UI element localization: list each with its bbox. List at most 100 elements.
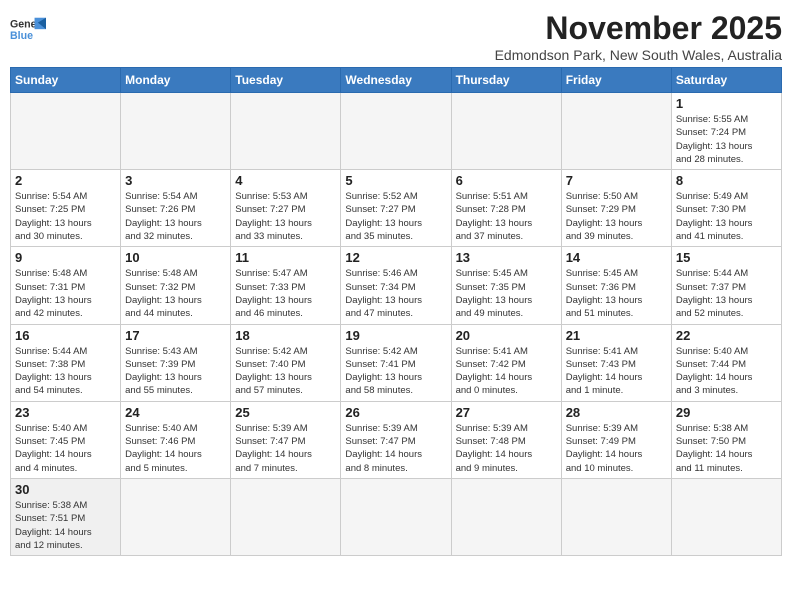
day-info: Sunrise: 5:44 AM Sunset: 7:38 PM Dayligh… xyxy=(15,345,116,398)
calendar-cell: 12 Sunrise: 5:46 AM Sunset: 7:34 PM Dayli… xyxy=(341,247,451,324)
day-info: Sunrise: 5:54 AM Sunset: 7:26 PM Dayligh… xyxy=(125,190,226,243)
day-info: Sunrise: 5:38 AM Sunset: 7:50 PM Dayligh… xyxy=(676,422,777,475)
day-info: Sunrise: 5:41 AM Sunset: 7:43 PM Dayligh… xyxy=(566,345,667,398)
day-number: 5 xyxy=(345,173,446,188)
day-number: 29 xyxy=(676,405,777,420)
day-info: Sunrise: 5:40 AM Sunset: 7:44 PM Dayligh… xyxy=(676,345,777,398)
month-title: November 2025 xyxy=(495,10,782,47)
weekday-header-friday: Friday xyxy=(561,68,671,93)
weekday-header-thursday: Thursday xyxy=(451,68,561,93)
day-number: 23 xyxy=(15,405,116,420)
calendar-cell: 26Sunrise: 5:39 AM Sunset: 7:47 PM Dayli… xyxy=(341,401,451,478)
calendar-cell xyxy=(231,478,341,555)
day-info: Sunrise: 5:43 AM Sunset: 7:39 PM Dayligh… xyxy=(125,345,226,398)
day-number: 18 xyxy=(235,328,336,343)
calendar-cell xyxy=(451,93,561,170)
day-info: Sunrise: 5:39 AM Sunset: 7:48 PM Dayligh… xyxy=(456,422,557,475)
calendar-week-row: 23 Sunrise: 5:40 AM Sunset: 7:45 PM Dayli… xyxy=(11,401,782,478)
calendar-table: SundayMondayTuesdayWednesdayThursdayFrid… xyxy=(10,67,782,556)
day-number: 25 xyxy=(235,405,336,420)
calendar-cell: 4 Sunrise: 5:53 AM Sunset: 7:27 PM Daylig… xyxy=(231,170,341,247)
calendar-cell: 28 Sunrise: 5:39 AM Sunset: 7:49 PM Dayli… xyxy=(561,401,671,478)
day-number: 2 xyxy=(15,173,116,188)
calendar-cell: 16 Sunrise: 5:44 AM Sunset: 7:38 PM Dayli… xyxy=(11,324,121,401)
day-number: 24 xyxy=(125,405,226,420)
day-info: Sunrise: 5:55 AM Sunset: 7:24 PM Dayligh… xyxy=(676,113,777,166)
day-info: Sunrise: 5:42 AM Sunset: 7:41 PM Dayligh… xyxy=(345,345,446,398)
calendar-week-row: 2Sunrise: 5:54 AM Sunset: 7:25 PM Daylig… xyxy=(11,170,782,247)
day-number: 19 xyxy=(345,328,446,343)
day-number: 3 xyxy=(125,173,226,188)
calendar-cell: 25 Sunrise: 5:39 AM Sunset: 7:47 PM Dayli… xyxy=(231,401,341,478)
weekday-header-sunday: Sunday xyxy=(11,68,121,93)
day-number: 10 xyxy=(125,250,226,265)
day-info: Sunrise: 5:45 AM Sunset: 7:35 PM Dayligh… xyxy=(456,267,557,320)
svg-text:Blue: Blue xyxy=(10,30,33,42)
calendar-cell: 19 Sunrise: 5:42 AM Sunset: 7:41 PM Dayli… xyxy=(341,324,451,401)
day-info: Sunrise: 5:48 AM Sunset: 7:32 PM Dayligh… xyxy=(125,267,226,320)
calendar-cell xyxy=(341,93,451,170)
day-info: Sunrise: 5:47 AM Sunset: 7:33 PM Dayligh… xyxy=(235,267,336,320)
calendar-cell: 27 Sunrise: 5:39 AM Sunset: 7:48 PM Dayli… xyxy=(451,401,561,478)
calendar-cell: 9Sunrise: 5:48 AM Sunset: 7:31 PM Daylig… xyxy=(11,247,121,324)
day-number: 8 xyxy=(676,173,777,188)
calendar-cell xyxy=(11,93,121,170)
calendar-cell: 6 Sunrise: 5:51 AM Sunset: 7:28 PM Daylig… xyxy=(451,170,561,247)
day-info: Sunrise: 5:40 AM Sunset: 7:45 PM Dayligh… xyxy=(15,422,116,475)
day-number: 16 xyxy=(15,328,116,343)
day-info: Sunrise: 5:39 AM Sunset: 7:49 PM Dayligh… xyxy=(566,422,667,475)
calendar-week-row: 16 Sunrise: 5:44 AM Sunset: 7:38 PM Dayli… xyxy=(11,324,782,401)
calendar-cell: 22 Sunrise: 5:40 AM Sunset: 7:44 PM Dayli… xyxy=(671,324,781,401)
calendar-cell: 29 Sunrise: 5:38 AM Sunset: 7:50 PM Dayli… xyxy=(671,401,781,478)
day-number: 13 xyxy=(456,250,557,265)
day-number: 17 xyxy=(125,328,226,343)
calendar-cell xyxy=(121,93,231,170)
calendar-cell: 15 Sunrise: 5:44 AM Sunset: 7:37 PM Dayli… xyxy=(671,247,781,324)
day-info: Sunrise: 5:49 AM Sunset: 7:30 PM Dayligh… xyxy=(676,190,777,243)
day-info: Sunrise: 5:44 AM Sunset: 7:37 PM Dayligh… xyxy=(676,267,777,320)
day-number: 15 xyxy=(676,250,777,265)
day-info: Sunrise: 5:41 AM Sunset: 7:42 PM Dayligh… xyxy=(456,345,557,398)
calendar-cell: 20 Sunrise: 5:41 AM Sunset: 7:42 PM Dayli… xyxy=(451,324,561,401)
day-info: Sunrise: 5:40 AM Sunset: 7:46 PM Dayligh… xyxy=(125,422,226,475)
weekday-header-row: SundayMondayTuesdayWednesdayThursdayFrid… xyxy=(11,68,782,93)
day-number: 7 xyxy=(566,173,667,188)
day-number: 4 xyxy=(235,173,336,188)
weekday-header-tuesday: Tuesday xyxy=(231,68,341,93)
day-number: 1 xyxy=(676,96,777,111)
day-info: Sunrise: 5:51 AM Sunset: 7:28 PM Dayligh… xyxy=(456,190,557,243)
title-area: November 2025 Edmondson Park, New South … xyxy=(495,10,782,63)
calendar-cell: 10 Sunrise: 5:48 AM Sunset: 7:32 PM Dayli… xyxy=(121,247,231,324)
calendar-cell xyxy=(671,478,781,555)
calendar-cell: 1 Sunrise: 5:55 AM Sunset: 7:24 PM Daylig… xyxy=(671,93,781,170)
calendar-cell: 17 Sunrise: 5:43 AM Sunset: 7:39 PM Dayli… xyxy=(121,324,231,401)
calendar-cell xyxy=(451,478,561,555)
calendar-cell: 11Sunrise: 5:47 AM Sunset: 7:33 PM Dayli… xyxy=(231,247,341,324)
calendar-week-row: 9Sunrise: 5:48 AM Sunset: 7:31 PM Daylig… xyxy=(11,247,782,324)
day-number: 22 xyxy=(676,328,777,343)
day-info: Sunrise: 5:53 AM Sunset: 7:27 PM Dayligh… xyxy=(235,190,336,243)
calendar-cell: 14 Sunrise: 5:45 AM Sunset: 7:36 PM Dayli… xyxy=(561,247,671,324)
day-info: Sunrise: 5:38 AM Sunset: 7:51 PM Dayligh… xyxy=(15,499,116,552)
day-number: 6 xyxy=(456,173,557,188)
day-number: 30 xyxy=(15,482,116,497)
day-info: Sunrise: 5:45 AM Sunset: 7:36 PM Dayligh… xyxy=(566,267,667,320)
day-info: Sunrise: 5:39 AM Sunset: 7:47 PM Dayligh… xyxy=(345,422,446,475)
day-number: 28 xyxy=(566,405,667,420)
day-info: Sunrise: 5:39 AM Sunset: 7:47 PM Dayligh… xyxy=(235,422,336,475)
calendar-cell xyxy=(231,93,341,170)
calendar-cell: 3 Sunrise: 5:54 AM Sunset: 7:26 PM Daylig… xyxy=(121,170,231,247)
day-number: 27 xyxy=(456,405,557,420)
day-number: 20 xyxy=(456,328,557,343)
calendar-cell: 7 Sunrise: 5:50 AM Sunset: 7:29 PM Daylig… xyxy=(561,170,671,247)
day-info: Sunrise: 5:42 AM Sunset: 7:40 PM Dayligh… xyxy=(235,345,336,398)
calendar-cell xyxy=(341,478,451,555)
day-info: Sunrise: 5:46 AM Sunset: 7:34 PM Dayligh… xyxy=(345,267,446,320)
weekday-header-saturday: Saturday xyxy=(671,68,781,93)
day-info: Sunrise: 5:50 AM Sunset: 7:29 PM Dayligh… xyxy=(566,190,667,243)
day-number: 14 xyxy=(566,250,667,265)
calendar-cell xyxy=(121,478,231,555)
calendar-cell: 5Sunrise: 5:52 AM Sunset: 7:27 PM Daylig… xyxy=(341,170,451,247)
day-number: 12 xyxy=(345,250,446,265)
calendar-cell: 18 Sunrise: 5:42 AM Sunset: 7:40 PM Dayli… xyxy=(231,324,341,401)
